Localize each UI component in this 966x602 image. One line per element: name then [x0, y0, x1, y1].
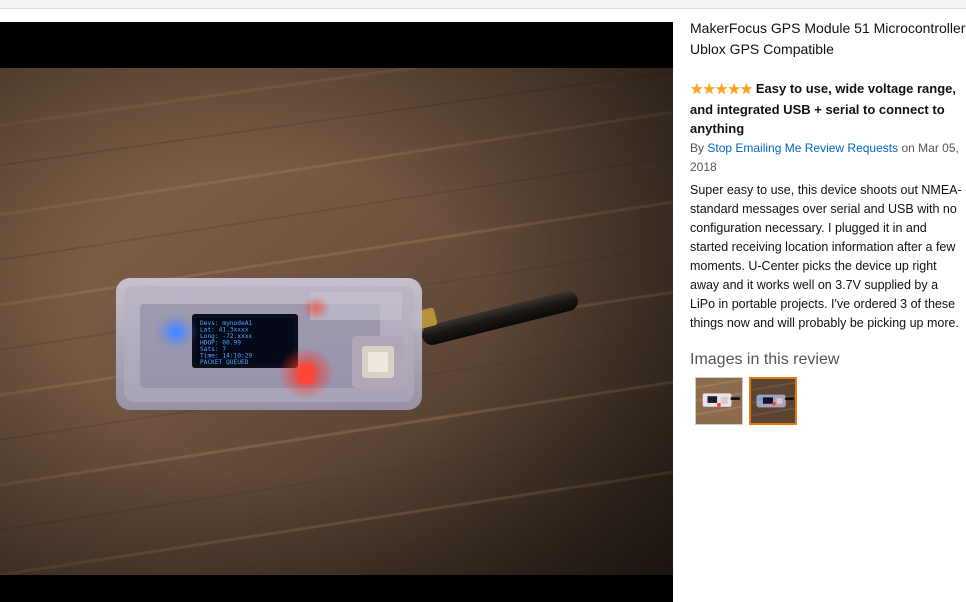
images-section-heading: Images in this review — [690, 350, 840, 368]
image-viewer[interactable]: Devs: mynodeA1 Lat: 41.3xxxx Long: -72.x… — [0, 22, 673, 602]
date-prefix: on — [901, 140, 915, 155]
review-body: Super easy to use, this device shoots ou… — [690, 182, 962, 330]
by-label: By — [690, 140, 705, 155]
product-title[interactable]: MakerFocus GPS Module 51 Microcontroller… — [690, 18, 966, 59]
oled-line-6: PACKET QUEUED — [200, 359, 249, 366]
browser-top-strip — [0, 0, 966, 9]
review-image-thumbnail-2[interactable] — [749, 376, 797, 425]
review-photo: Devs: mynodeA1 Lat: 41.3xxxx Long: -72.x… — [0, 68, 673, 575]
review-image-thumbnail-1[interactable] — [695, 376, 743, 425]
author-link[interactable]: Stop Emailing Me Review Requests — [707, 141, 898, 155]
image-thumbnails — [690, 376, 966, 425]
review-byline: By Stop Emailing Me Review Requests on M… — [690, 139, 966, 177]
star-rating-icon: ★★★★★ — [690, 81, 753, 98]
review-panel: MakerFocus GPS Module 51 Microcontroller… — [690, 18, 966, 425]
review-header: ★★★★★ Easy to use, wide voltage range, a… — [690, 79, 966, 139]
